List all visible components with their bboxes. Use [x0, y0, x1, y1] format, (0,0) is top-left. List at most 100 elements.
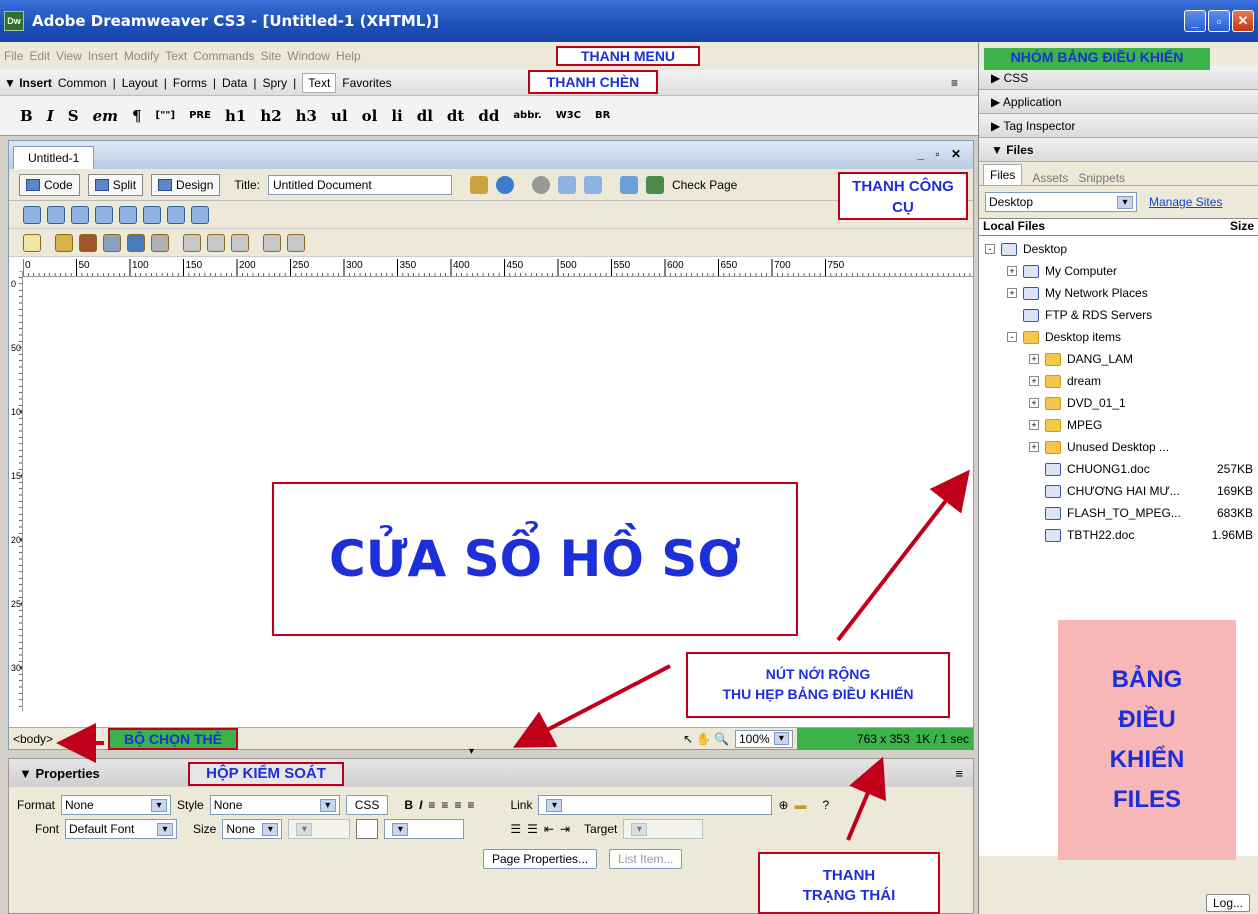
dt-button[interactable]: dt — [447, 107, 464, 125]
file-management-icon[interactable] — [469, 175, 488, 194]
window-icon[interactable] — [191, 205, 209, 224]
expand-toggle-icon[interactable]: + — [1029, 376, 1039, 386]
file-tree-item[interactable]: FTP & RDS Servers — [979, 304, 1255, 326]
color-input[interactable] — [384, 819, 465, 839]
menu-modify[interactable]: Modify — [124, 49, 159, 63]
globe-icon[interactable] — [167, 205, 185, 224]
code-view-button[interactable]: Code — [19, 173, 80, 196]
expand-toggle-icon[interactable]: + — [1029, 442, 1039, 452]
file-tree-item[interactable]: + Unused Desktop ... — [979, 436, 1255, 458]
file-tree-item[interactable]: CHƯƠNG HAI MƯ... 169KB — [979, 480, 1255, 502]
menu-view[interactable]: View — [56, 49, 82, 63]
tab-common[interactable]: Common — [58, 76, 107, 90]
align-center-icon[interactable]: ≡ — [441, 798, 448, 812]
properties-header[interactable]: ▼ Properties — [19, 766, 100, 781]
unordered-list-icon[interactable]: ☰ — [510, 822, 521, 836]
color-picker[interactable] — [356, 819, 379, 839]
zoom-tool-icon[interactable]: 🔍 — [714, 732, 729, 746]
tab-spry[interactable]: Spry — [262, 76, 287, 90]
file-tree-item[interactable]: TBTH22.doc 1.96MB — [979, 524, 1255, 546]
snippets-tab[interactable]: Snippets — [1078, 171, 1125, 185]
help-icon[interactable]: ? — [823, 798, 830, 812]
paste-icon[interactable] — [231, 233, 249, 252]
print-code-icon[interactable] — [151, 233, 169, 252]
files-panel-header[interactable]: ▼ Files — [979, 138, 1258, 162]
menu-window[interactable]: Window — [287, 49, 330, 63]
br-button[interactable]: BR — [595, 110, 610, 121]
undo-icon[interactable] — [263, 233, 281, 252]
point-to-file-icon[interactable]: ⊕ — [778, 798, 788, 812]
expand-toggle-icon[interactable]: - — [1007, 332, 1017, 342]
size-header[interactable]: Size — [1230, 219, 1254, 235]
layout-icon[interactable] — [95, 205, 113, 224]
media-icon[interactable] — [143, 205, 161, 224]
abbr-button[interactable]: abbr. — [513, 110, 541, 121]
page-properties-button[interactable]: Page Properties... — [483, 849, 598, 869]
site-select[interactable]: Desktop — [985, 192, 1137, 212]
document-window-controls[interactable]: _ ▫ ✕ — [917, 147, 965, 161]
assets-tab[interactable]: Assets — [1032, 171, 1068, 185]
insert-bar-toggle[interactable]: ▼ Insert — [4, 76, 52, 90]
save-all-icon[interactable] — [127, 233, 145, 252]
open-folder-icon[interactable] — [55, 233, 73, 252]
bold-button[interactable]: B — [20, 107, 33, 125]
menu-insert[interactable]: Insert — [88, 49, 118, 63]
document-title-input[interactable] — [267, 174, 452, 195]
check-page-button[interactable]: Check Page — [672, 178, 737, 192]
close-button[interactable]: ✕ — [1232, 10, 1254, 32]
copy-icon[interactable] — [207, 233, 225, 252]
dd-button[interactable]: dd — [478, 107, 499, 125]
bridge-icon[interactable] — [79, 233, 97, 252]
menu-commands[interactable]: Commands — [193, 49, 254, 63]
blockquote-button[interactable]: [""] — [156, 110, 176, 121]
table-icon[interactable] — [119, 205, 137, 224]
file-tree-item[interactable]: - Desktop items — [979, 326, 1255, 348]
new-file-icon[interactable] — [23, 233, 41, 252]
refresh-icon[interactable] — [531, 175, 550, 194]
align-right-icon[interactable]: ≡ — [454, 798, 461, 812]
outdent-icon[interactable]: ⇤ — [544, 822, 554, 836]
files-tab[interactable]: Files — [983, 164, 1023, 185]
css-button[interactable]: CSS — [345, 795, 389, 815]
redo-icon[interactable] — [287, 233, 305, 252]
print-icon[interactable] — [47, 205, 65, 224]
h2-button[interactable]: h2 — [260, 107, 281, 125]
tab-text[interactable]: Text — [302, 72, 337, 93]
check-page-icon[interactable] — [645, 175, 664, 194]
link-input[interactable] — [538, 795, 773, 815]
list-item-button[interactable]: List Item... — [609, 849, 683, 869]
file-tree-item[interactable]: - Desktop — [979, 238, 1255, 260]
file-tree-item[interactable]: + DANG_LAM — [979, 348, 1255, 370]
bold-button[interactable]: B — [404, 798, 413, 812]
tag-inspector-header[interactable]: ▶ Tag Inspector — [979, 114, 1258, 138]
h1-button[interactable]: h1 — [225, 107, 246, 125]
select-tool-icon[interactable]: ↖ — [683, 732, 693, 746]
expand-toggle-icon[interactable]: + — [1007, 266, 1017, 276]
frame-icon[interactable] — [71, 205, 89, 224]
visual-aids-icon[interactable] — [583, 175, 602, 194]
validate-markup-icon[interactable] — [619, 175, 638, 194]
indent-icon[interactable]: ⇥ — [560, 822, 570, 836]
ol-button[interactable]: ol — [362, 107, 378, 125]
panel-options-icon[interactable]: ≡ — [951, 76, 958, 90]
menu-site[interactable]: Site — [261, 49, 282, 63]
dl-button[interactable]: dl — [417, 107, 433, 125]
zoom-select[interactable]: 100% — [735, 729, 793, 748]
font-select[interactable]: Default Font — [65, 819, 178, 839]
em-button[interactable]: em — [93, 107, 118, 125]
cut-icon[interactable] — [183, 233, 201, 252]
tab-favorites[interactable]: Favorites — [342, 76, 391, 90]
expand-toggle-icon[interactable]: + — [1029, 354, 1039, 364]
align-left-icon[interactable]: ≡ — [428, 798, 435, 812]
tab-data[interactable]: Data — [222, 76, 247, 90]
document-tab[interactable]: Untitled-1 — [13, 146, 95, 169]
menu-edit[interactable]: Edit — [29, 49, 50, 63]
italic-button[interactable]: I — [419, 798, 422, 812]
local-files-header[interactable]: Local Files — [983, 219, 1045, 235]
ordered-list-icon[interactable]: ☰ — [527, 822, 538, 836]
expand-collapse-button[interactable]: ▾ — [469, 746, 474, 757]
italic-button[interactable]: I — [47, 107, 54, 125]
align-justify-icon[interactable]: ≡ — [467, 798, 474, 812]
file-tree-item[interactable]: + My Computer — [979, 260, 1255, 282]
application-panel-header[interactable]: ▶ Application — [979, 90, 1258, 114]
